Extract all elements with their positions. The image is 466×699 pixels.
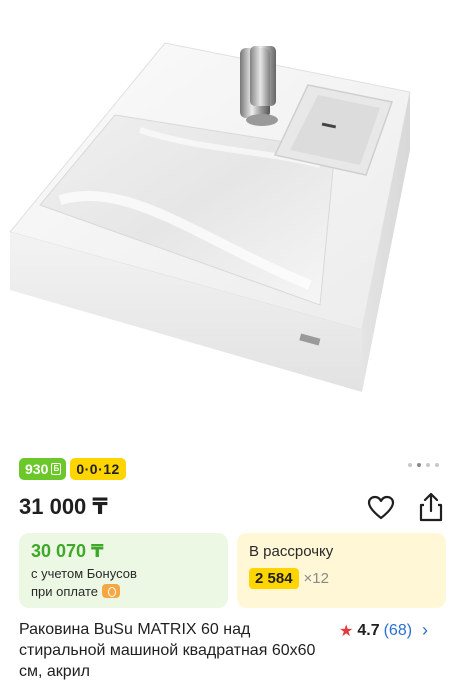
gallery-dot[interactable] (408, 463, 412, 467)
product-rating[interactable]: ★ 4.7 (68) › (339, 620, 428, 641)
installment-card[interactable]: В рассрочку 2 584 ×12 (237, 533, 446, 608)
star-icon: ★ (339, 622, 354, 640)
bonus-badge-value: 930 (25, 461, 49, 477)
gallery-dot-active[interactable] (417, 463, 421, 467)
product-badges: 930 Б 0·0·12 (19, 458, 126, 480)
bonus-price-card[interactable]: 30 070 ₸ с учетом Бонусов при оплате (19, 533, 228, 608)
installment-label: В рассрочку (249, 543, 334, 560)
bonus-b-icon: Б (51, 463, 62, 475)
installment-badge[interactable]: 0·0·12 (70, 458, 126, 480)
installment-row: 2 584 ×12 (249, 568, 434, 589)
product-title: Раковина BuSu MATRIX 60 над стиральной м… (19, 621, 316, 680)
favorite-button[interactable] (366, 493, 396, 523)
gallery-dot[interactable] (435, 463, 439, 467)
installment-amount: 2 584 (249, 568, 299, 589)
bonus-note-line2: при оплате (31, 584, 98, 599)
reviews-count[interactable]: (68) (384, 622, 412, 640)
product-price: 31 000 ₸ (19, 494, 108, 519)
product-image[interactable] (0, 0, 466, 440)
heart-icon (367, 495, 395, 520)
payment-icon (101, 584, 120, 598)
bonus-price: 30 070 ₸ (31, 541, 104, 561)
gallery-pagination[interactable] (408, 463, 439, 467)
bonus-note-line1: с учетом Бонусов (31, 566, 137, 581)
share-button[interactable] (416, 491, 446, 523)
installment-months: ×12 (303, 570, 329, 587)
chevron-right-icon[interactable]: › (422, 620, 428, 641)
rating-value: 4.7 (357, 621, 380, 639)
share-icon (419, 492, 443, 522)
bonus-note-line2-row: при оплате (31, 583, 216, 601)
bonus-badge[interactable]: 930 Б (19, 458, 67, 480)
bonus-note: с учетом Бонусов при оплате (31, 565, 216, 601)
gallery-dot[interactable] (426, 463, 430, 467)
